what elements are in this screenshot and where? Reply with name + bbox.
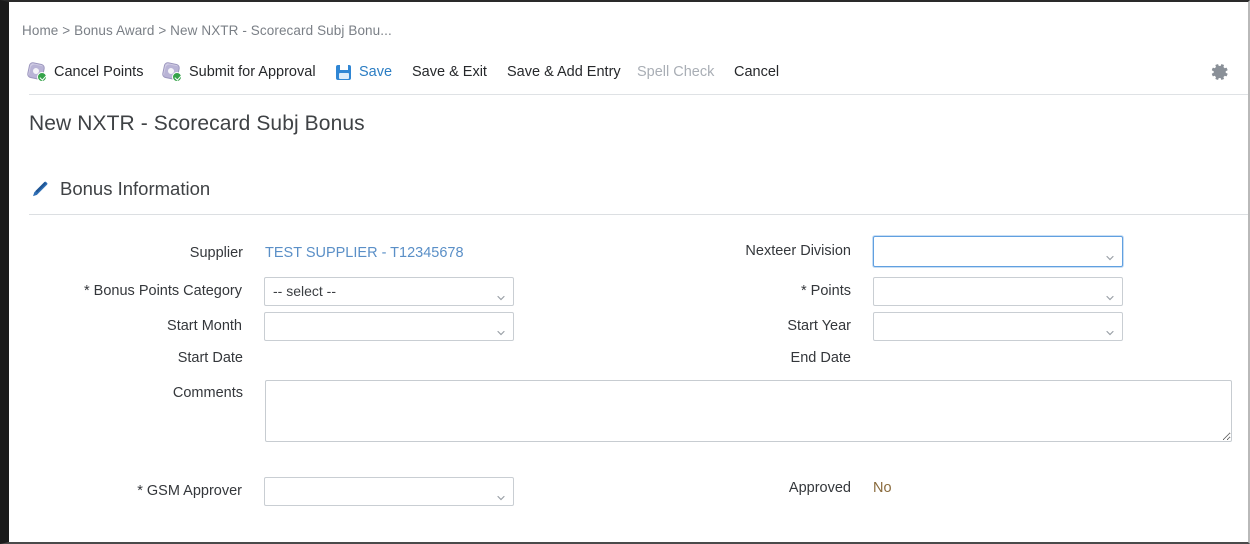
section-header: Bonus Information — [30, 178, 210, 200]
nexteer-division-label: Nexteer Division — [745, 243, 851, 259]
field-row-start-year: Start Year — [609, 311, 1129, 341]
approved-value: No — [873, 480, 892, 496]
field-row-comments: Comments — [29, 380, 1232, 447]
cancel-label: Cancel — [734, 64, 780, 80]
field-row-start-month: Start Month — [29, 311, 514, 341]
section-title: Bonus Information — [60, 178, 211, 199]
start-month-select-wrap — [264, 311, 514, 341]
cancel-button[interactable]: Cancel — [734, 54, 779, 90]
start-year-label: Start Year — [787, 318, 851, 334]
start-date-label: Start Date — [177, 350, 243, 366]
spell-check-button: Spell Check — [637, 54, 714, 90]
points-label: * Points — [801, 283, 851, 299]
cancel-points-label: Cancel Points — [54, 64, 144, 80]
supplier-value-link[interactable]: TEST SUPPLIER - T12345678 — [265, 245, 464, 261]
page-title: New NXTR - Scorecard Subj Bonus — [29, 112, 365, 135]
save-and-exit-button[interactable]: Save & Exit — [412, 54, 487, 90]
gear-check-icon — [27, 62, 47, 82]
action-toolbar: Cancel Points Submit for Approval Save S… — [9, 54, 1248, 90]
comments-label: Comments — [172, 385, 243, 401]
save-label: Save — [359, 64, 393, 80]
field-row-approved: Approved No — [609, 473, 1129, 503]
submit-for-approval-label: Submit for Approval — [189, 64, 316, 80]
save-and-exit-label: Save & Exit — [412, 64, 487, 80]
start-year-select-wrap — [873, 311, 1123, 341]
gsm-approver-label: * GSM Approver — [137, 483, 242, 499]
nexteer-division-select[interactable] — [873, 235, 1123, 267]
field-row-supplier: Supplier TEST SUPPLIER - T12345678 — [29, 238, 514, 268]
start-year-select[interactable] — [873, 311, 1123, 341]
save-button[interactable]: Save — [336, 54, 392, 90]
bonus-points-category-select[interactable]: -- select -- — [264, 276, 514, 306]
gsm-approver-select-wrap — [264, 476, 514, 506]
field-row-start-date: Start Date — [29, 343, 514, 373]
field-row-end-date: End Date — [609, 343, 1129, 373]
bonus-points-category-label: * Bonus Points Category — [84, 283, 242, 299]
cancel-points-button[interactable]: Cancel Points — [27, 54, 144, 90]
submit-for-approval-button[interactable]: Submit for Approval — [162, 54, 316, 90]
breadcrumb[interactable]: Home > Bonus Award > New NXTR - Scorecar… — [22, 23, 392, 38]
section-divider — [29, 214, 1248, 215]
points-select-wrap — [873, 276, 1123, 306]
bonus-points-category-select-wrap: -- select -- — [264, 276, 514, 306]
gear-check-icon — [162, 62, 182, 82]
field-row-bonus-points-category: * Bonus Points Category -- select -- — [29, 276, 514, 306]
points-select[interactable] — [873, 276, 1123, 306]
gsm-approver-select[interactable] — [264, 476, 514, 506]
page-canvas: Home > Bonus Award > New NXTR - Scorecar… — [9, 2, 1248, 542]
toolbar-divider — [29, 94, 1248, 95]
field-row-nexteer-division: Nexteer Division — [609, 235, 1129, 267]
nexteer-division-select-wrap — [873, 235, 1123, 267]
comments-control — [265, 380, 1232, 447]
field-row-points: * Points — [609, 276, 1129, 306]
start-month-label: Start Month — [167, 318, 242, 334]
supplier-label: Supplier — [189, 245, 243, 261]
application-window: Home > Bonus Award > New NXTR - Scorecar… — [0, 0, 1250, 544]
floppy-disk-icon — [336, 64, 351, 80]
end-date-label: End Date — [790, 350, 851, 366]
comments-textarea[interactable] — [265, 380, 1232, 442]
start-month-select[interactable] — [264, 311, 514, 341]
spell-check-label: Spell Check — [637, 64, 715, 80]
save-and-add-entry-button[interactable]: Save & Add Entry — [507, 54, 621, 90]
field-row-gsm-approver: * GSM Approver — [29, 476, 514, 506]
approved-label: Approved — [788, 480, 851, 496]
save-and-add-entry-label: Save & Add Entry — [507, 64, 621, 80]
settings-gear-icon[interactable] — [1210, 62, 1230, 82]
pencil-icon — [30, 179, 50, 199]
